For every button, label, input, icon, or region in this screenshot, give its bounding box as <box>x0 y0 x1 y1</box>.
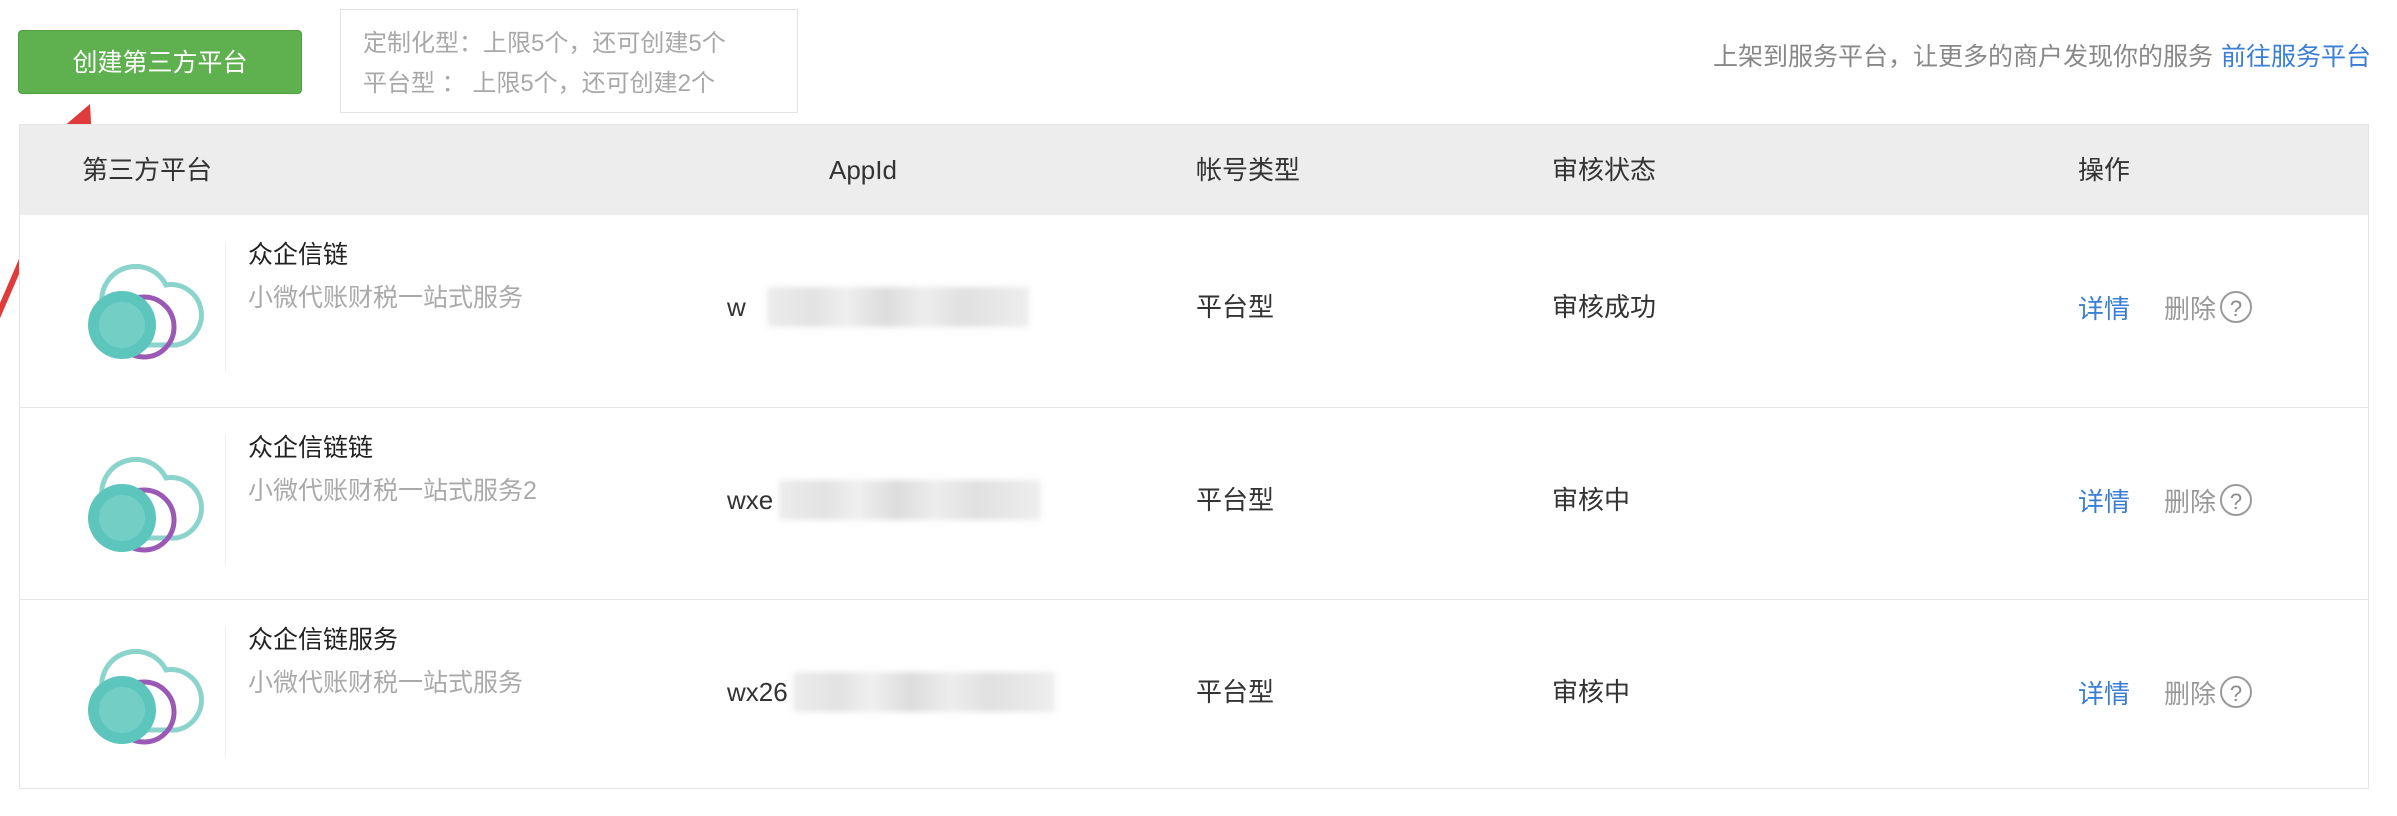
platform-name: 众企信链链 <box>248 434 374 462</box>
table-header: 第三方平台 AppId 帐号类型 审核状态 操作 <box>20 125 2368 215</box>
platform-table: 第三方平台 AppId 帐号类型 审核状态 操作 众企信链 小微代账财税一站式服… <box>19 124 2369 789</box>
help-icon[interactable]: ? <box>2220 291 2253 323</box>
service-platform-promo: 上架到服务平台，让更多的商户发现你的服务 前往服务平台 <box>1713 38 2371 76</box>
row-actions: 详情 删除 ? <box>2078 285 2253 329</box>
table-row: 众企信链 小微代账财税一站式服务 w 平台型 审核成功 详情 删除 ? <box>20 215 2368 407</box>
review-status: 审核中 <box>1552 677 1631 707</box>
detail-link[interactable]: 详情 <box>2078 482 2130 519</box>
platform-description: 小微代账财税一站式服务2 <box>248 477 537 505</box>
appid-cell: wxe <box>727 480 1041 520</box>
promo-text: 上架到服务平台，让更多的商户发现你的服务 <box>1712 43 2213 71</box>
appid-visible-prefix: wx26 <box>727 677 788 707</box>
help-icon[interactable]: ? <box>2220 484 2253 516</box>
delete-link[interactable]: 删除 <box>2164 289 2216 326</box>
table-row: 众企信链链 小微代账财税一站式服务2 wxe 平台型 审核中 详情 删除 ? <box>20 407 2368 599</box>
account-type: 平台型 <box>1196 485 1275 515</box>
column-header-account-type: 帐号类型 <box>1196 155 1301 185</box>
platform-description: 小微代账财税一站式服务 <box>248 669 524 697</box>
appid-redacted <box>767 287 1029 327</box>
limit-customized-text: 定制化型：上限5个，还可创建5个 <box>363 30 726 57</box>
appid-cell: wx26 <box>727 672 1055 712</box>
detail-link[interactable]: 详情 <box>2078 289 2130 326</box>
limit-platform-text: 平台型 ： 上限5个，还可创建2个 <box>363 70 716 97</box>
delete-link[interactable]: 删除 <box>2164 482 2216 519</box>
appid-redacted <box>793 672 1055 712</box>
review-status: 审核中 <box>1552 485 1631 515</box>
appid-cell: w <box>727 287 1029 327</box>
column-header-actions: 操作 <box>2078 155 2131 185</box>
go-to-service-platform-link[interactable]: 前往服务平台 <box>2221 43 2371 71</box>
detail-link[interactable]: 详情 <box>2078 674 2130 711</box>
row-actions: 详情 删除 ? <box>2078 478 2253 522</box>
appid-redacted <box>779 480 1041 520</box>
column-header-appid: AppId <box>829 155 897 185</box>
platform-logo-icon <box>76 626 226 756</box>
appid-visible-prefix: w <box>727 292 746 322</box>
platform-logo-icon <box>76 434 226 564</box>
table-row: 众企信链服务 小微代账财税一站式服务 wx26 平台型 审核中 详情 删除 ? <box>20 599 2368 791</box>
platform-name: 众企信链服务 <box>248 626 399 654</box>
account-type: 平台型 <box>1196 292 1275 322</box>
appid-visible-prefix: wxe <box>727 485 774 515</box>
help-icon[interactable]: ? <box>2220 676 2253 708</box>
platform-logo-icon <box>76 241 226 371</box>
platform-name: 众企信链 <box>248 241 349 269</box>
review-status: 审核成功 <box>1552 292 1657 322</box>
row-actions: 详情 删除 ? <box>2078 670 2253 714</box>
create-third-party-platform-button[interactable]: 创建第三方平台 <box>18 30 302 94</box>
delete-link[interactable]: 删除 <box>2164 674 2216 711</box>
platform-description: 小微代账财税一站式服务 <box>248 284 524 312</box>
creation-limit-tip: 定制化型：上限5个，还可创建5个 平台型 ： 上限5个，还可创建2个 <box>340 9 798 113</box>
column-header-platform: 第三方平台 <box>82 155 213 185</box>
account-type: 平台型 <box>1196 677 1275 707</box>
column-header-review-status: 审核状态 <box>1552 155 1657 185</box>
